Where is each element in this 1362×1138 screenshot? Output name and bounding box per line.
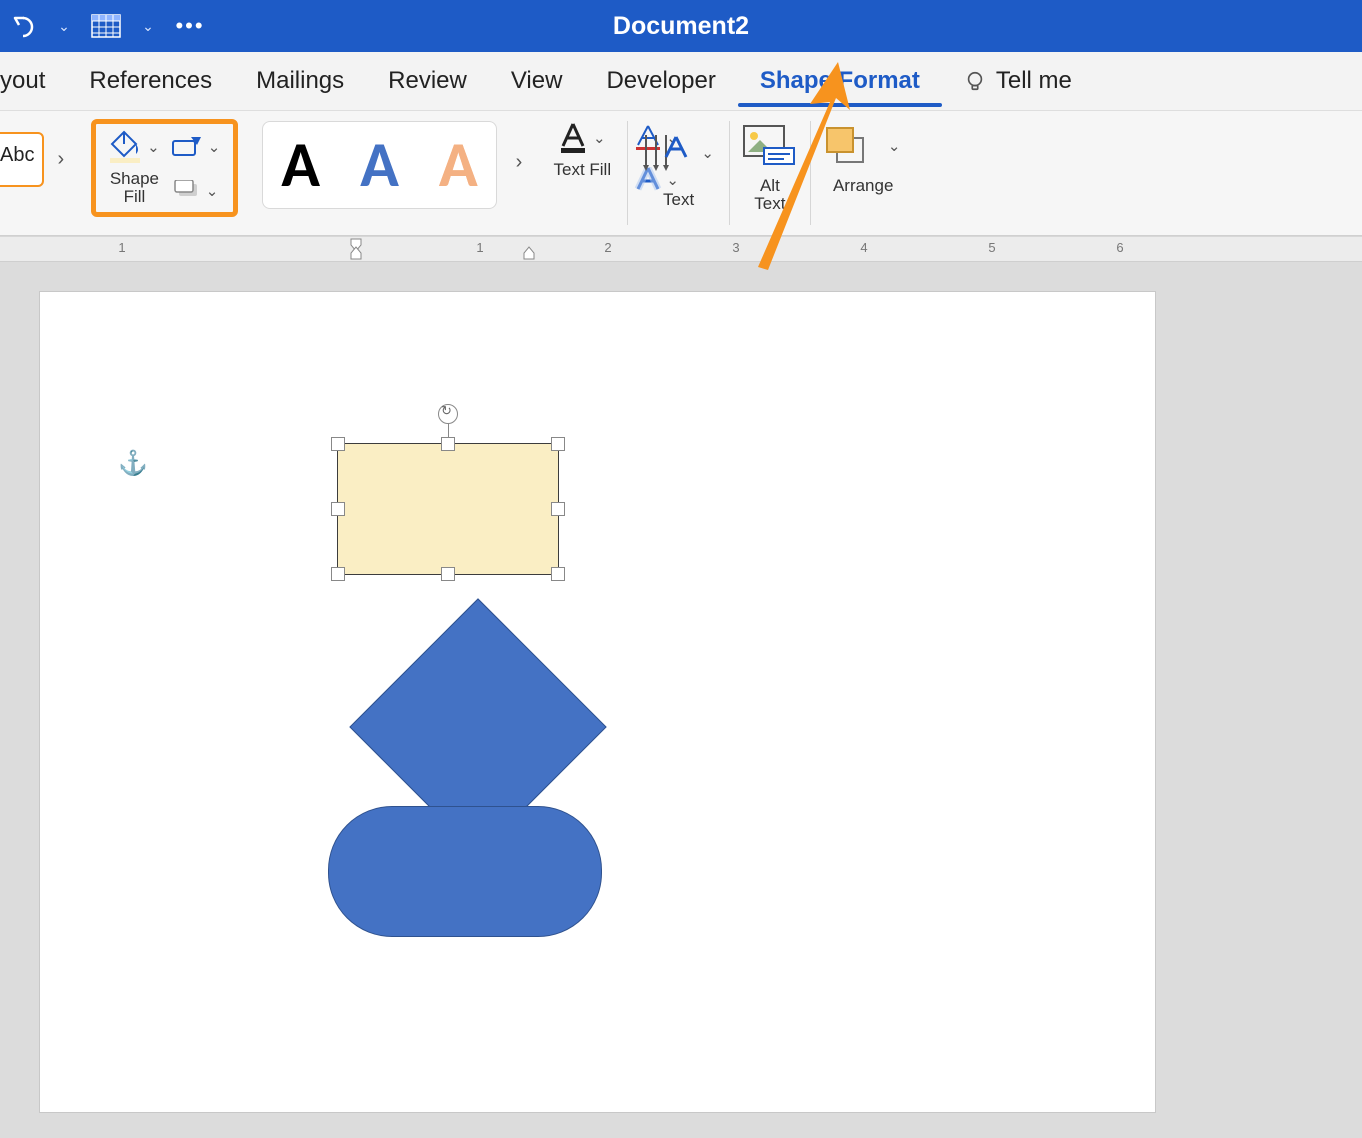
ruler-mark: 1 [118,240,125,255]
ribbon-tabstrip: yout References Mailings Review View Dev… [0,52,1362,111]
undo-dropdown[interactable]: ⌄ [44,6,84,46]
shape-rounded-rectangle[interactable] [328,806,602,937]
text-direction-dropdown[interactable]: ⌄ [698,144,717,162]
text-fill-label: Text Fill [554,161,612,179]
ruler-indent-marker-right[interactable] [522,237,536,261]
shape-style-preview[interactable]: Abc [0,132,44,187]
alt-text-label: Alt Text [754,177,785,213]
arrange-button[interactable] [823,124,875,168]
tab-layout[interactable]: yout [0,53,67,109]
rotate-handle[interactable] [438,404,458,424]
undo-button[interactable] [6,6,38,46]
tab-shape-format[interactable]: Shape Format [738,53,942,109]
shape-fill-dropdown[interactable]: ⌄ [144,138,163,156]
text-direction-button[interactable] [640,131,688,175]
ruler-mark: 5 [988,240,995,255]
alt-text-button[interactable] [742,124,798,168]
tell-me-search[interactable]: Tell me [942,53,1094,109]
text-group-label: Text [663,191,694,209]
document-page[interactable]: ⚓ [40,292,1155,1112]
shape-effects-button[interactable] [173,180,203,202]
ruler-mark: 3 [732,240,739,255]
titlebar: ⌄ ⌄ ••• Document2 [0,0,1362,52]
tab-review[interactable]: Review [366,53,489,109]
wordart-style-3[interactable]: A [439,133,478,197]
resize-handle-br[interactable] [551,567,565,581]
resize-handle-tl[interactable] [331,437,345,451]
resize-handle-bl[interactable] [331,567,345,581]
tab-view[interactable]: View [489,53,585,109]
shape-fill-label: Shape Fill [110,170,159,206]
resize-handle-l[interactable] [331,502,345,516]
shape-effects-dropdown[interactable]: ⌄ [203,182,222,200]
ruler-mark: 4 [860,240,867,255]
rotate-connector [448,422,449,438]
anchor-icon: ⚓ [118,449,148,478]
resize-handle-t[interactable] [441,437,455,451]
table-grid-dropdown[interactable]: ⌄ [128,6,168,46]
tab-references[interactable]: References [67,53,234,109]
horizontal-ruler[interactable]: 2 1 1 2 3 4 5 6 [0,236,1362,262]
shape-outline-dropdown[interactable]: ⌄ [205,138,224,156]
table-grid-button[interactable] [90,6,122,46]
resize-handle-r[interactable] [551,502,565,516]
wordart-style-1[interactable]: A [281,133,320,197]
shape-fill-group-highlight: ⌄ Shape Fill ⌄ ⌄ [91,119,238,217]
tab-developer[interactable]: Developer [584,53,737,109]
shape-style-gallery-expand[interactable]: › [54,148,67,171]
shape-rectangle-selected[interactable] [337,443,559,575]
wordart-gallery[interactable]: A A A [262,121,496,209]
tell-me-label: Tell me [996,67,1072,95]
shape-fill-button[interactable] [106,130,144,164]
resize-handle-b[interactable] [441,567,455,581]
ribbon: Abc › ⌄ Shape Fill ⌄ [0,111,1362,236]
shape-outline-button[interactable] [171,135,205,159]
qat-overflow-button[interactable]: ••• [174,6,206,46]
arrange-label: Arrange [833,177,893,195]
wordart-style-2[interactable]: A [360,133,399,197]
arrange-dropdown[interactable]: ⌄ [885,137,904,155]
ruler-indent-marker[interactable] [349,237,363,261]
ruler-mark: 2 [604,240,611,255]
ruler-mark: 6 [1116,240,1123,255]
document-surface: ⚓ [0,262,1362,1138]
tab-mailings[interactable]: Mailings [234,53,366,109]
ruler-mark: 1 [476,240,483,255]
text-fill-dropdown[interactable]: ⌄ [590,129,609,147]
lightbulb-icon [964,70,986,92]
text-fill-button[interactable] [556,122,590,154]
resize-handle-tr[interactable] [551,437,565,451]
wordart-gallery-expand[interactable]: › [513,151,526,174]
